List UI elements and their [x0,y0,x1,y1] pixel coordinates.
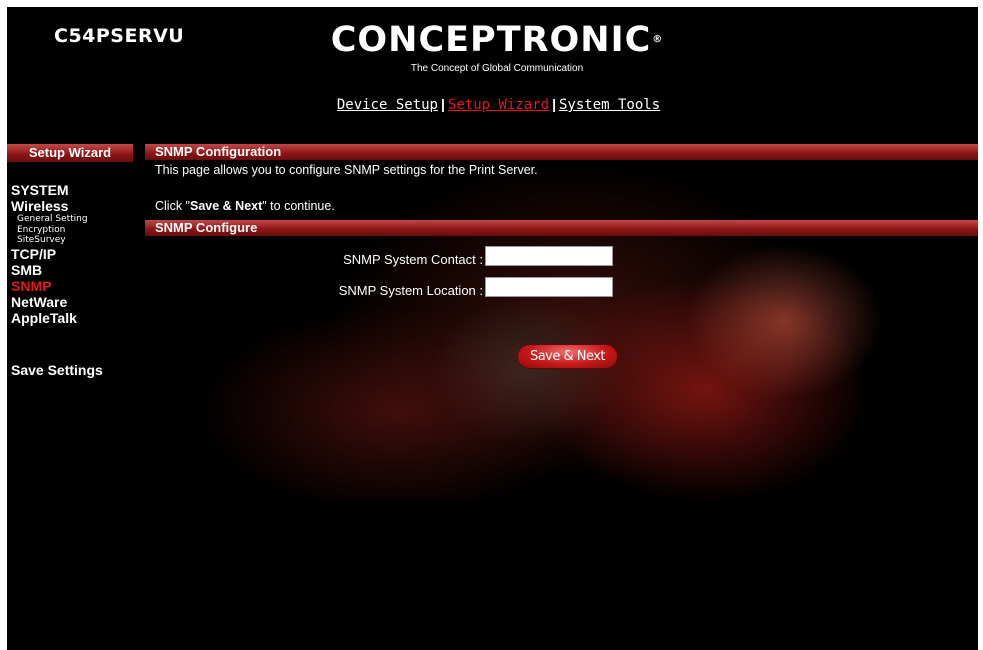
instruction-prefix: Click " [155,199,190,213]
sidebar-item-netware[interactable]: NetWare [11,294,141,310]
sidebar-item-system[interactable]: SYSTEM [11,182,141,198]
nav-system-tools[interactable]: System Tools [559,97,660,113]
instruction-suffix: " to continue. [262,199,335,213]
brand-tagline: The Concept of Global Communication [410,63,584,74]
sidebar-item-tcpip[interactable]: TCP/IP [11,246,141,262]
app-frame: C54PSERVU CONCEPTRONIC® The Concept of G… [7,7,978,650]
nav-device-setup[interactable]: Device Setup [337,97,438,113]
nav-separator: | [441,96,445,112]
page-description: This page allows you to configure SNMP s… [155,163,538,177]
snmp-location-input[interactable] [485,277,613,297]
nav-setup-wizard[interactable]: Setup Wizard [448,97,549,113]
contact-label: SNMP System Contact : [343,252,483,267]
form-title-bar: SNMP Configure [145,220,978,236]
save-next-button[interactable]: Save & Next [517,344,618,369]
model-name: C54PSERVU [54,25,185,47]
sidebar-menu: SYSTEM Wireless General Setting Encrypti… [11,182,141,378]
brand-logo: CONCEPTRONIC® [327,21,667,59]
instruction-text: Click "Save & Next" to continue. [155,199,335,213]
sidebar-item-encryption[interactable]: Encryption [11,225,141,236]
brand-logo-text: CONCEPTRONIC [330,20,652,60]
sidebar-item-snmp[interactable]: SNMP [11,278,141,294]
sidebar-title: Setup Wizard [7,144,133,162]
instruction-bold: Save & Next [190,199,263,213]
snmp-contact-input[interactable] [485,246,613,266]
save-settings-link[interactable]: Save Settings [11,362,141,378]
nav-separator: | [552,96,556,112]
top-navigation: Device Setup | Setup Wizard | System Tools [7,96,978,113]
sidebar-item-sitesurvey[interactable]: SiteSurvey [11,235,141,246]
brand-header: CONCEPTRONIC® The Concept of Global Comm… [327,21,667,74]
section-title-bar: SNMP Configuration [145,144,978,160]
registered-mark: ® [652,34,664,45]
sidebar-item-smb[interactable]: SMB [11,262,141,278]
sidebar-item-appletalk[interactable]: AppleTalk [11,310,141,326]
location-label: SNMP System Location : [338,283,483,298]
sidebar-item-general-setting[interactable]: General Setting [11,214,141,225]
sidebar-item-wireless[interactable]: Wireless [11,198,141,214]
